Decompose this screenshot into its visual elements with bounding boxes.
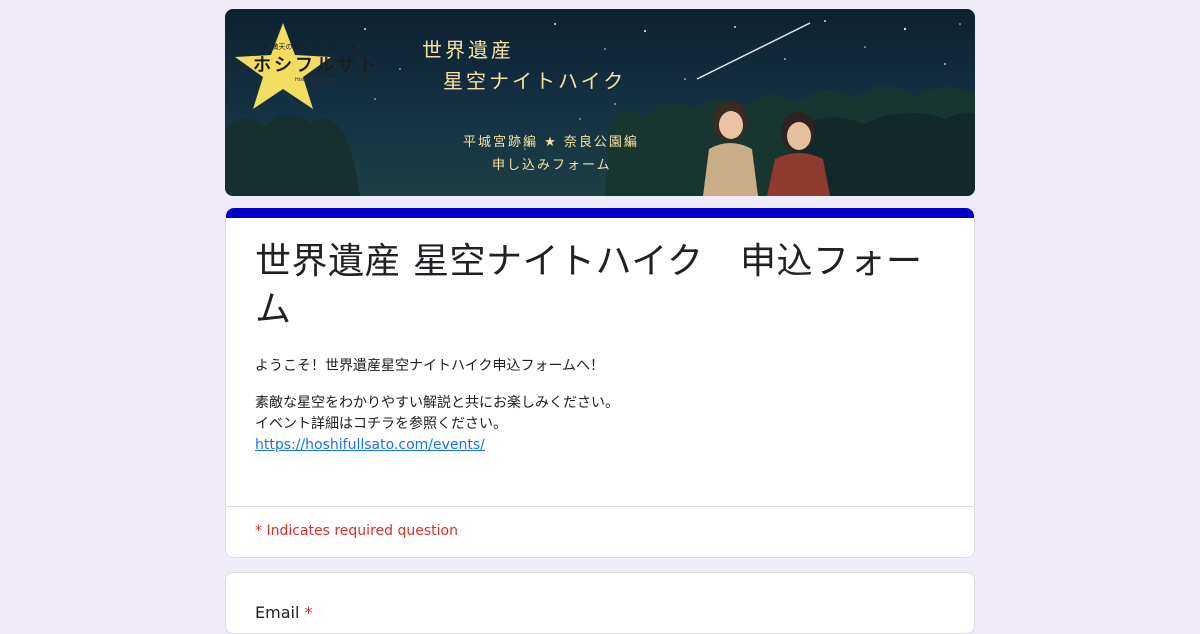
event-details-link[interactable]: https://hoshifullsato.com/events/ <box>255 437 485 453</box>
email-question-card: Email * <box>225 572 975 634</box>
required-marker: * <box>304 603 313 622</box>
description-line: 素敵な星空をわかりやすい解説と共にお楽しみください。 <box>255 395 619 411</box>
description-line: ようこそ！世界遺産星空ナイトハイク申込フォームへ！ <box>255 358 605 374</box>
required-question-note: * Indicates required question <box>255 523 458 539</box>
description-line: イベント詳細はコチラを参照ください。 <box>255 416 507 432</box>
logo-text: ホシフルサト <box>253 55 379 76</box>
email-question-label: Email * <box>255 603 312 622</box>
form-column: ★ 満天の星空、届くおいで ★ ホシフルサト Hoshi Fulla Sato … <box>225 9 975 634</box>
form-description: ようこそ！世界遺産星空ナイトハイク申込フォームへ！ 素敵な星空をわかりやすい解説… <box>255 356 945 456</box>
email-label-text: Email <box>255 603 300 622</box>
banner-title-line1: 世界遺産 <box>422 38 514 62</box>
form-title: 世界遺産 星空ナイトハイク 申込フォーム <box>255 241 923 330</box>
banner-subtitle-line2: 申し込みフォーム <box>492 158 612 173</box>
banner-subtitle-line1: 平城宮跡編 ★ 奈良公園編 <box>463 135 639 150</box>
header-banner-image: ★ 満天の星空、届くおいで ★ ホシフルサト Hoshi Fulla Sato … <box>225 9 975 196</box>
form-title-card: 世界遺産 星空ナイトハイク 申込フォーム ようこそ！世界遺産星空ナイトハイク申込… <box>225 208 975 558</box>
logo-subtext: Hoshi Fulla Sato <box>295 77 336 83</box>
banner-title-line2: 星空ナイトハイク <box>443 69 627 93</box>
accent-bar <box>226 208 974 218</box>
